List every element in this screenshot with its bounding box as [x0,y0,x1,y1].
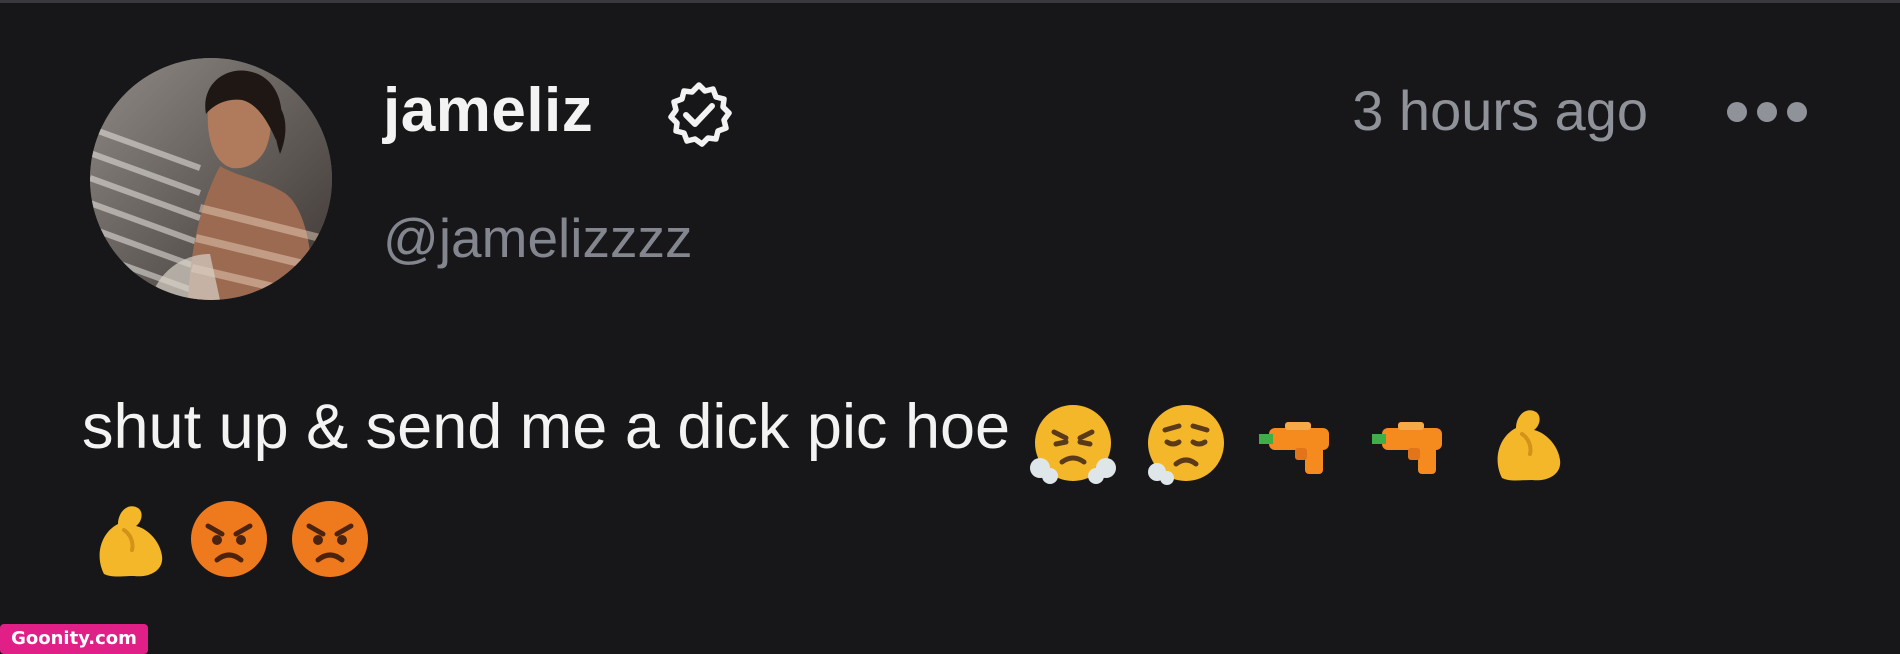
post-timestamp: 3 hours ago [1352,79,1648,142]
emoji-line-1 [1028,388,1578,490]
display-name[interactable]: jameliz [383,74,593,148]
verified-badge-icon [668,82,732,147]
water-pistol-icon [1368,398,1458,488]
top-divider [0,0,1900,3]
avatar[interactable] [90,58,332,300]
disappointed-relieved-icon [1141,398,1231,488]
avatar-photo [90,58,332,300]
angry-face-icon [184,494,274,584]
more-options-icon[interactable] [1724,92,1810,132]
face-with-steam-icon [1028,398,1118,488]
post-text: shut up & send me a dick pic hoe [82,392,1011,462]
post-body: shut up & send me a dick pic hoe [82,376,1842,490]
water-pistol-icon [1255,398,1345,488]
flexed-biceps-icon [1482,398,1572,488]
post-card: jameliz @jamelizzzz 3 hours ago shut up … [0,0,1900,654]
emoji-line-2 [84,494,381,584]
angry-face-icon [285,494,375,584]
watermark-badge[interactable]: Goonity.com [0,624,148,654]
user-handle[interactable]: @jamelizzzz [383,205,692,271]
flexed-biceps-icon [84,494,174,584]
